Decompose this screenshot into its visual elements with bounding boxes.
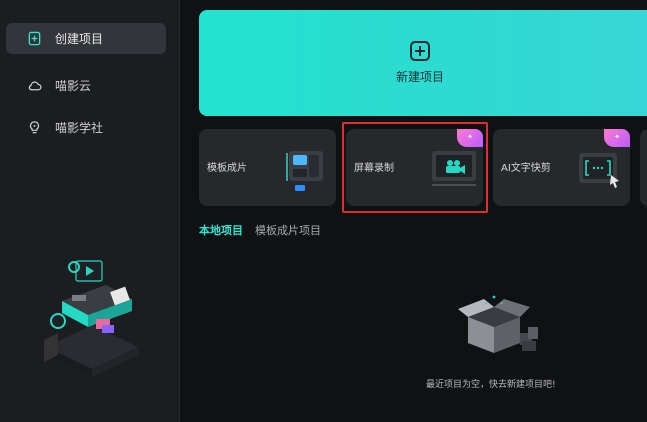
template-films-icon — [286, 151, 323, 191]
cloud-icon — [26, 78, 42, 94]
sidebar-item-academy[interactable]: 喵影学社 — [6, 112, 166, 143]
studio-illustration — [44, 260, 138, 377]
ai-text-cut-card[interactable]: AI文字快剪 ✦ — [493, 129, 630, 206]
sidebar-item-label: 喵影云 — [55, 79, 92, 93]
sidebar: 创建项目 喵影云 喵影学社 — [0, 0, 180, 422]
ai-text-cut-icon — [579, 153, 619, 188]
sidebar-item-label: 喵影学社 — [55, 121, 104, 135]
empty-box-icon — [458, 295, 538, 353]
screen-record-icon — [432, 151, 476, 186]
screen-record-card[interactable]: 屏幕录制 ✦ — [346, 129, 483, 206]
lightbulb-icon — [26, 120, 42, 136]
project-tabs: 本地项目 模板成片项目 — [199, 222, 321, 238]
card-label: 模板成片 — [207, 163, 247, 174]
card-label: AI文字快剪 — [501, 163, 551, 174]
add-file-icon — [26, 31, 42, 47]
sidebar-item-label: 创建项目 — [55, 32, 104, 46]
new-badge-icon: ✦ — [457, 129, 483, 147]
sidebar-item-create-project[interactable]: 创建项目 — [6, 23, 166, 54]
template-films-card[interactable]: 模板成片 — [199, 129, 336, 206]
tab-template-projects[interactable]: 模板成片项目 — [255, 222, 321, 238]
card-label: 屏幕录制 — [354, 163, 394, 174]
empty-state-message: 最近项目为空，快去新建项目吧! — [426, 380, 556, 390]
main-panel: 新建项目 模板成片 屏幕录制 ✦ AI文字快剪 ✦ 本地项目 模板成片项目 最近… — [181, 0, 647, 422]
tab-local-projects[interactable]: 本地项目 — [199, 222, 243, 238]
sidebar-item-cloud[interactable]: 喵影云 — [6, 70, 166, 101]
new-project-button[interactable]: 新建项目 — [199, 10, 647, 116]
more-card-partial[interactable] — [640, 129, 647, 206]
new-project-label: 新建项目 — [395, 70, 444, 84]
new-badge-icon: ✦ — [604, 129, 630, 147]
plus-square-icon — [410, 41, 430, 61]
